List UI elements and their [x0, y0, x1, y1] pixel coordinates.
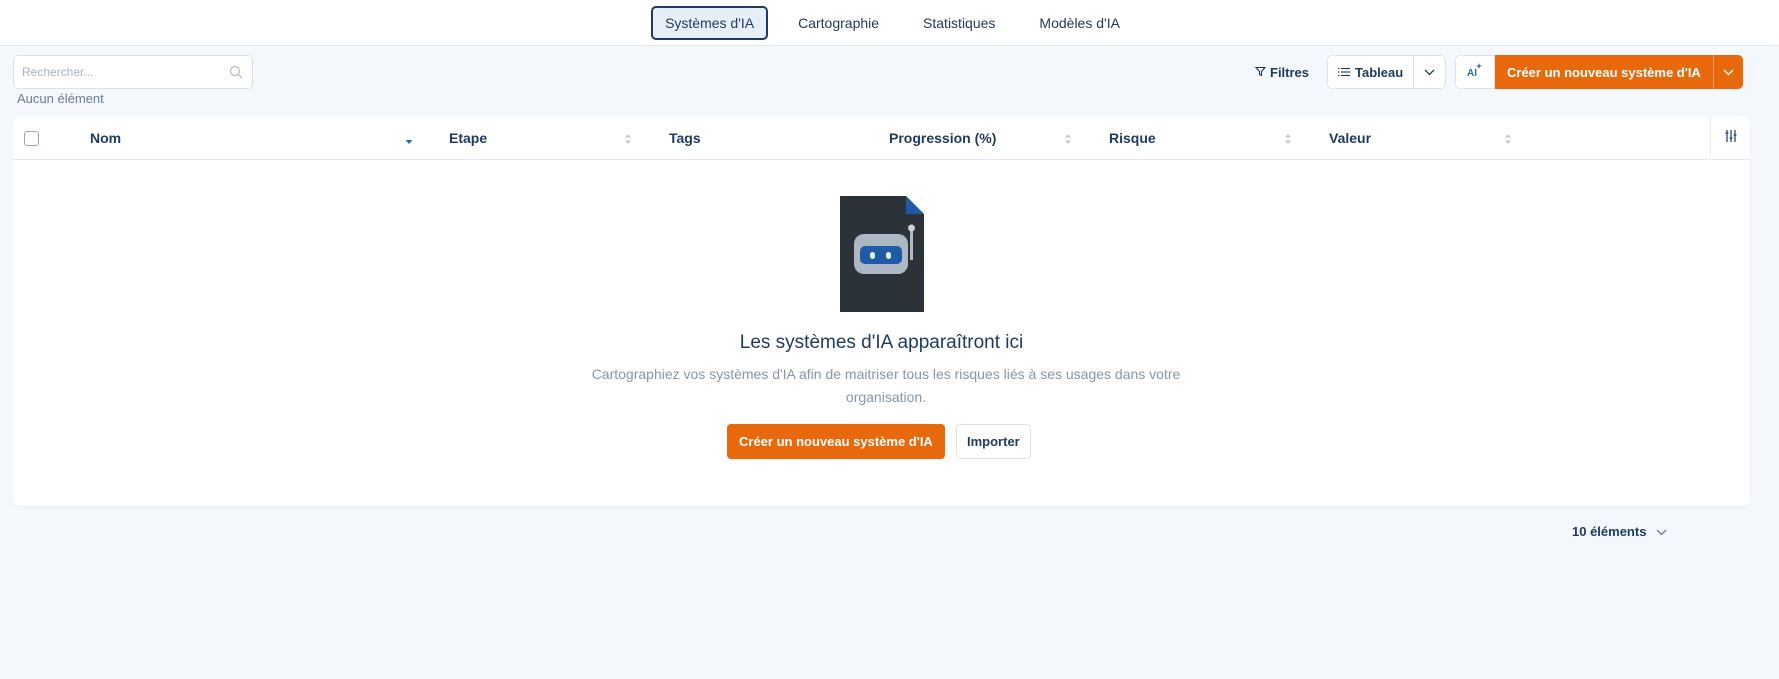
filter-icon	[1254, 65, 1267, 80]
sliders-icon	[1725, 129, 1737, 148]
view-table-button[interactable]: Tableau	[1328, 56, 1413, 88]
page-size-select[interactable]: 10 éléments	[1572, 521, 1667, 541]
page-size-label: 10 éléments	[1572, 523, 1647, 539]
view-label: Tableau	[1355, 64, 1404, 80]
filters-button[interactable]: Filtres	[1254, 60, 1310, 84]
create-ai-system-button[interactable]: Créer un nouveau système d'IA	[1495, 55, 1713, 89]
create-button-group: Créer un nouveau système d'IA	[1495, 55, 1743, 89]
view-selector: Tableau	[1327, 55, 1447, 89]
ai-icon-text: AI	[1467, 68, 1477, 78]
import-button[interactable]: Importer	[956, 424, 1031, 459]
column-header-risk[interactable]: Risque	[1109, 116, 1156, 160]
filters-label: Filtres	[1270, 64, 1310, 80]
column-header-tags[interactable]: Tags	[669, 116, 701, 160]
top-nav: Systèmes d'IA Cartographie Statistiques …	[0, 0, 1779, 46]
search-input[interactable]	[22, 65, 228, 79]
empty-state: Les systèmes d'IA apparaîtront ici Carto…	[13, 160, 1750, 506]
column-settings-button[interactable]	[1710, 116, 1750, 160]
create-dropdown-toggle[interactable]	[1712, 55, 1743, 89]
list-icon	[1338, 65, 1350, 80]
view-dropdown-toggle[interactable]	[1413, 56, 1445, 88]
column-header-stage[interactable]: Etape	[449, 116, 487, 160]
sort-desc-icon[interactable]	[404, 132, 414, 146]
sort-icon[interactable]	[1063, 132, 1073, 146]
column-header-value[interactable]: Valeur	[1329, 116, 1371, 160]
column-header-progress[interactable]: Progression (%)	[889, 116, 996, 160]
empty-create-button[interactable]: Créer un nouveau système d'IA	[727, 424, 945, 459]
tab-statistics[interactable]: Statistiques	[909, 6, 1009, 40]
empty-state-title: Les systèmes d'IA apparaîtront ici	[739, 332, 1024, 353]
select-all-checkbox[interactable]	[24, 131, 39, 146]
tab-list: Systèmes d'IA Cartographie Statistiques …	[651, 5, 1134, 40]
column-header-name[interactable]: Nom	[90, 116, 121, 160]
table-header: Nom Etape Tags Progression (%) Risque Va…	[13, 116, 1750, 160]
result-count: Aucun élément	[17, 91, 104, 106]
sort-icon[interactable]	[1503, 132, 1513, 146]
ai-assistant-button[interactable]: AI	[1455, 55, 1495, 89]
chevron-down-icon	[1656, 524, 1667, 539]
tab-ai-models[interactable]: Modèles d'IA	[1025, 6, 1134, 40]
search-icon[interactable]	[228, 64, 244, 80]
sort-icon[interactable]	[1283, 132, 1293, 146]
tab-mapping[interactable]: Cartographie	[784, 6, 893, 40]
chevron-down-icon	[1723, 63, 1734, 81]
search-box	[13, 55, 253, 89]
ai-sparkle-icon: AI	[1466, 62, 1484, 83]
sort-icon[interactable]	[623, 132, 633, 146]
empty-state-description: Cartographiez vos systèmes d'IA afin de …	[591, 366, 1181, 405]
robot-document-icon	[840, 196, 924, 317]
ai-systems-table: Nom Etape Tags Progression (%) Risque Va…	[13, 116, 1750, 506]
tab-ai-systems[interactable]: Systèmes d'IA	[651, 5, 769, 40]
chevron-down-icon	[1424, 63, 1435, 81]
